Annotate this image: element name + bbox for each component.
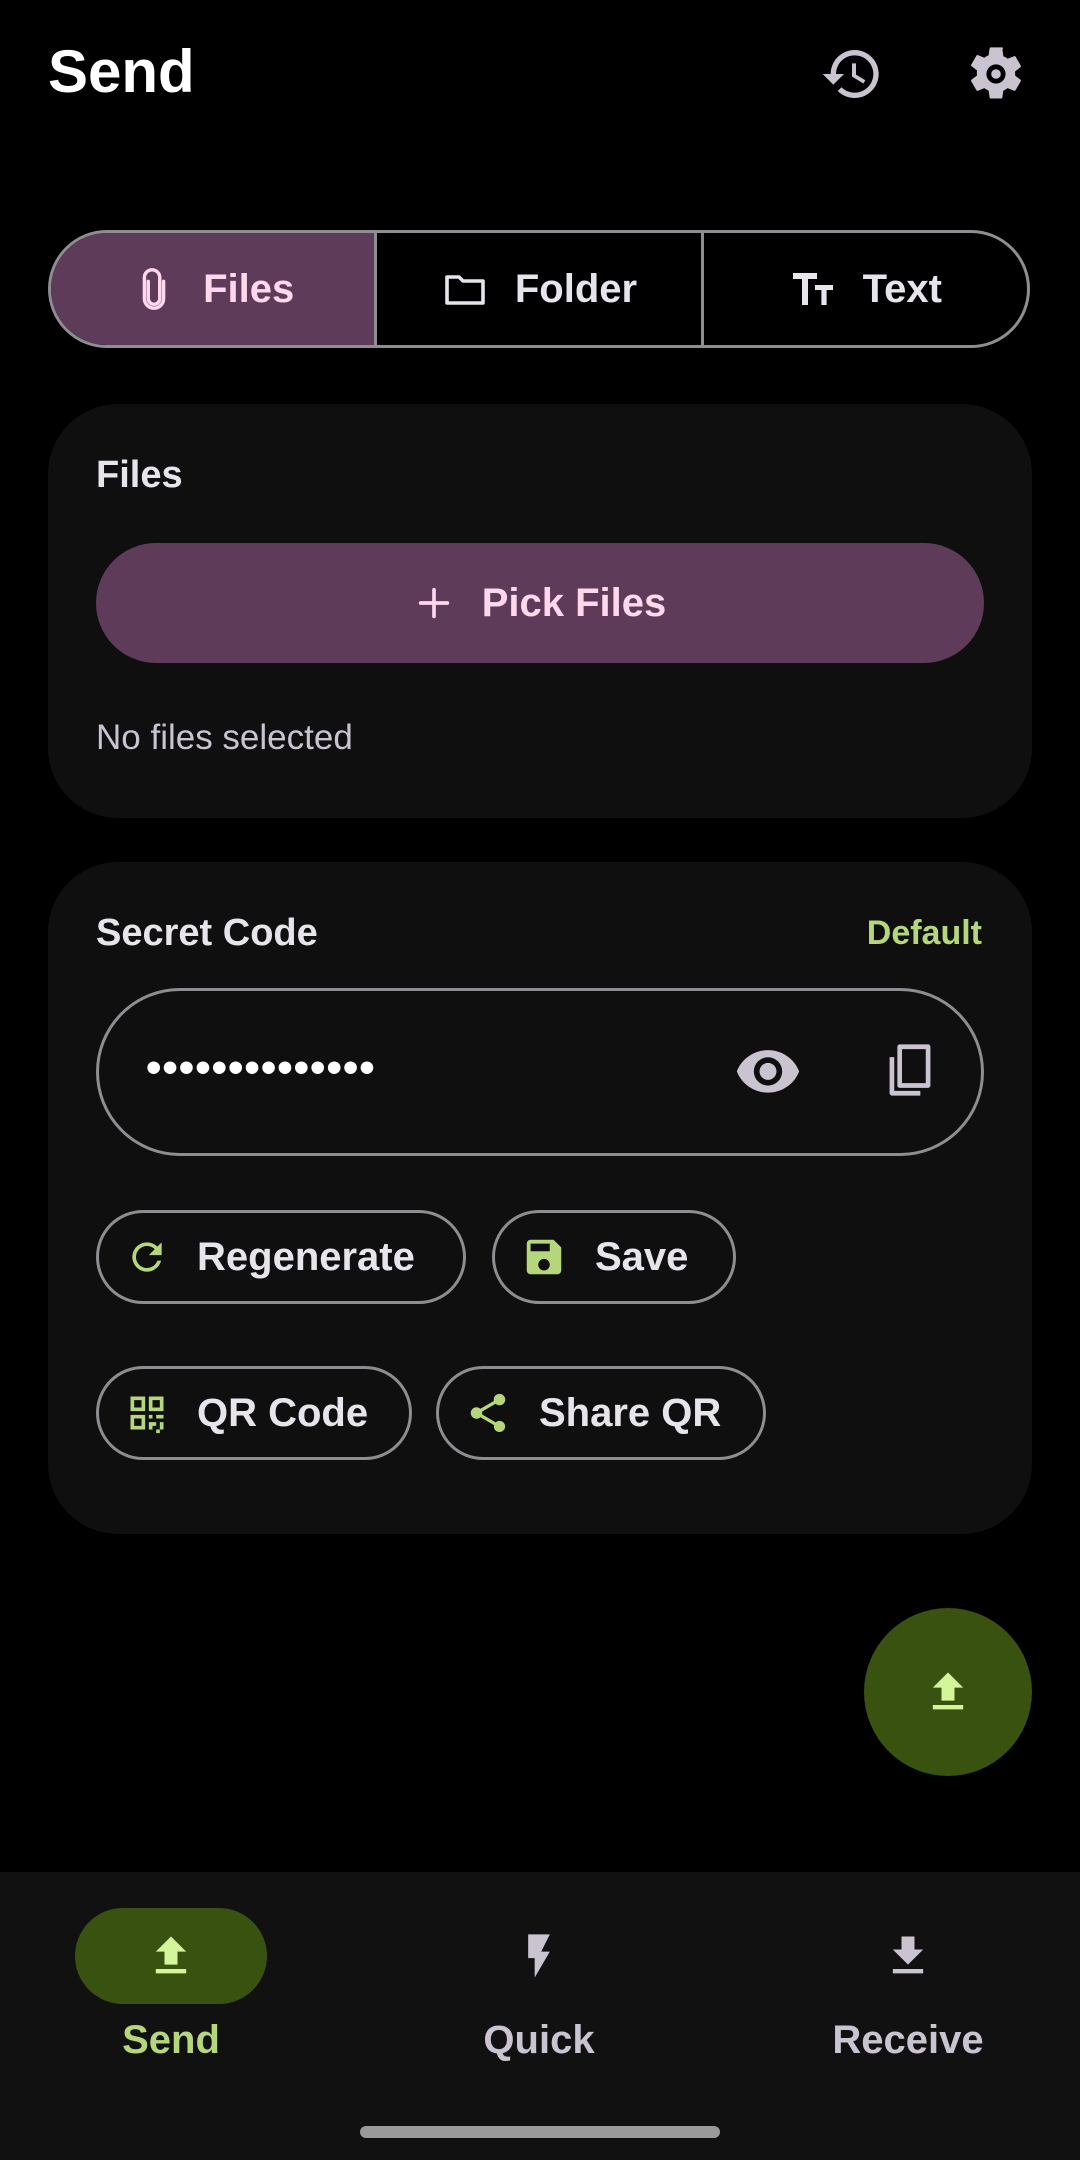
page-title: Send bbox=[48, 38, 195, 105]
paperclip-icon bbox=[142, 268, 166, 310]
home-indicator[interactable] bbox=[360, 2126, 720, 2138]
nav-receive-label: Receive bbox=[832, 2018, 984, 2062]
share-qr-button[interactable]: Share QR bbox=[436, 1366, 766, 1460]
share-icon bbox=[470, 1393, 506, 1433]
upload-icon bbox=[932, 1672, 964, 1710]
tab-text-label: Text bbox=[862, 266, 942, 311]
secret-code-value: •••••••••••••• bbox=[146, 1043, 376, 1092]
nav-send[interactable]: Send bbox=[21, 1908, 321, 2063]
save-button[interactable]: Save bbox=[492, 1210, 736, 1304]
nav-receive-indicator bbox=[812, 1908, 1004, 2004]
download-icon bbox=[892, 1936, 924, 1974]
qr-code-label: QR Code bbox=[197, 1390, 369, 1435]
tab-text[interactable]: Text bbox=[704, 233, 1027, 345]
files-card-title: Files bbox=[96, 454, 183, 496]
history-icon bbox=[822, 50, 879, 98]
regenerate-label: Regenerate bbox=[197, 1234, 415, 1279]
nav-quick[interactable]: Quick bbox=[389, 1908, 689, 2063]
send-fab[interactable] bbox=[864, 1608, 1032, 1776]
upload-icon bbox=[155, 1936, 187, 1974]
plus-icon bbox=[418, 587, 449, 619]
tab-files-label: Files bbox=[203, 266, 295, 311]
copy-icon bbox=[889, 1044, 931, 1096]
tab-folder-label: Folder bbox=[514, 266, 638, 311]
tab-folder[interactable]: Folder bbox=[377, 233, 704, 345]
regenerate-button[interactable]: Regenerate bbox=[96, 1210, 466, 1304]
save-label: Save bbox=[595, 1234, 689, 1279]
send-type-selector: Files Folder Text bbox=[48, 230, 1030, 348]
folder-icon bbox=[445, 275, 485, 305]
qr-code-button[interactable]: QR Code bbox=[96, 1366, 412, 1460]
pick-files-button[interactable]: Pick Files bbox=[96, 543, 984, 663]
nav-receive[interactable]: Receive bbox=[758, 1908, 1058, 2063]
gear-icon bbox=[971, 47, 1021, 99]
eye-icon bbox=[736, 1050, 800, 1093]
nav-send-label: Send bbox=[122, 2018, 220, 2062]
pick-files-label: Pick Files bbox=[481, 580, 667, 625]
toggle-visibility-button[interactable] bbox=[720, 1022, 816, 1118]
nav-send-indicator bbox=[75, 1908, 267, 2004]
settings-button[interactable] bbox=[948, 26, 1044, 122]
save-icon bbox=[526, 1239, 562, 1275]
secret-code-mode-label[interactable]: Default bbox=[867, 914, 982, 953]
secret-code-title: Secret Code bbox=[96, 912, 318, 954]
nav-quick-indicator bbox=[443, 1908, 635, 2004]
history-button[interactable] bbox=[804, 26, 900, 122]
nav-quick-label: Quick bbox=[483, 2018, 595, 2062]
refresh-icon bbox=[132, 1242, 162, 1272]
copy-code-button[interactable] bbox=[862, 1022, 958, 1118]
share-qr-label: Share QR bbox=[539, 1390, 722, 1435]
text-size-icon bbox=[792, 273, 833, 305]
no-files-text: No files selected bbox=[96, 718, 353, 757]
bolt-icon bbox=[528, 1934, 550, 1978]
tab-files[interactable]: Files bbox=[51, 233, 378, 345]
qr-code-icon bbox=[130, 1396, 164, 1434]
